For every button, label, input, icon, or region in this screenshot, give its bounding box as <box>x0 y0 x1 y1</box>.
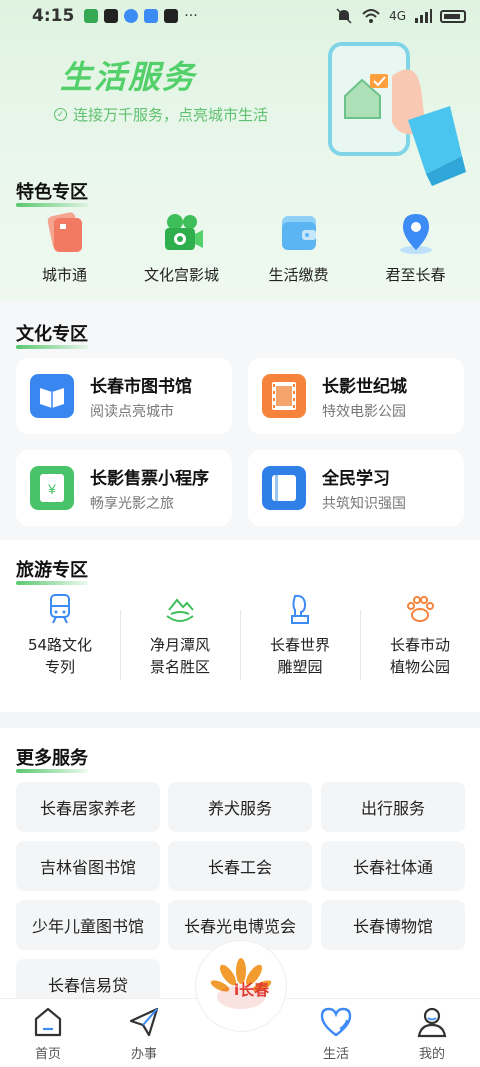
service-chip[interactable]: 长春居家养老 <box>16 782 160 832</box>
app-notification-icon <box>84 9 99 23</box>
service-chip[interactable]: 少年儿童图书馆 <box>16 900 160 950</box>
card-subtitle: 畅享光影之旅 <box>90 495 174 512</box>
tour-item-zoo[interactable]: 长春市动 植物公园 <box>360 592 480 680</box>
culture-section-title: 文化专区 <box>16 320 88 349</box>
service-chip[interactable]: 出行服务 <box>321 782 465 832</box>
card-icon <box>47 212 82 252</box>
wifi-icon <box>362 9 380 23</box>
feature-item-changchun[interactable]: 君至长春 <box>361 210 471 285</box>
home-icon <box>34 1007 62 1037</box>
feature-label: 君至长春 <box>385 266 446 284</box>
ticket-icon: ¥ <box>30 466 74 510</box>
feature-item-bill-pay[interactable]: 生活缴费 <box>244 210 354 285</box>
nav-label: 我的 <box>418 1047 445 1062</box>
notebook-icon <box>262 466 306 510</box>
culture-card-library[interactable]: 长春市图书馆阅读点亮城市 <box>16 358 232 434</box>
service-chip[interactable]: 养犬服务 <box>168 782 312 832</box>
hero-title: 生活服务 <box>60 58 197 96</box>
user-icon <box>417 1007 447 1038</box>
nav-item-profile[interactable]: 我的 <box>402 1005 462 1062</box>
signal-icon <box>415 9 432 23</box>
battery-icon <box>440 9 466 23</box>
location-pin-icon <box>399 214 432 254</box>
card-title: 长影售票小程序 <box>90 468 209 489</box>
tour-label: 净月潭风 景名胜区 <box>149 636 210 676</box>
landscape-icon <box>166 598 194 622</box>
film-icon <box>262 374 306 418</box>
hero-subtitle-text: 连接万千服务，点亮城市生活 <box>73 106 269 124</box>
paper-plane-icon <box>129 1007 159 1037</box>
more-services-title: 更多服务 <box>16 744 88 773</box>
nav-item-services[interactable]: 办事 <box>114 1005 174 1062</box>
feature-label: 生活缴费 <box>268 266 329 284</box>
wallet-icon <box>281 216 316 250</box>
mute-bell-icon <box>336 8 352 24</box>
card-subtitle: 阅读点亮城市 <box>90 403 174 420</box>
heart-icon <box>320 1007 352 1037</box>
tour-item-sculpture-park[interactable]: 长春世界 雕塑园 <box>240 592 360 680</box>
paw-icon <box>407 596 434 622</box>
tour-item-tram[interactable]: 54路文化 专列 <box>0 592 120 678</box>
culture-card-film-city[interactable]: 长影世纪城特效电影公园 <box>248 358 464 434</box>
culture-card-learning[interactable]: 全民学习共筑知识强国 <box>248 450 464 526</box>
nav-item-home[interactable]: 首页 <box>18 1005 78 1062</box>
more-notifications-icon: ··· <box>184 8 198 24</box>
tour-item-jingyuetan[interactable]: 净月潭风 景名胜区 <box>120 592 240 680</box>
culture-section: 文化专区 长春市图书馆阅读点亮城市 长影世纪城特效电影公园 ¥ 长影售票小程序畅… <box>0 300 480 540</box>
check-circle-icon: ✓ <box>54 108 67 121</box>
book-icon <box>30 374 74 418</box>
card-title: 全民学习 <box>322 468 390 489</box>
status-indicators: 4G <box>335 8 466 24</box>
feature-item-cinema[interactable]: 文化宫影城 <box>127 210 237 285</box>
service-chip[interactable]: 吉林省图书馆 <box>16 841 160 891</box>
nav-label: 生活 <box>322 1047 349 1062</box>
status-bar: 4:15 ··· 4G <box>0 0 480 32</box>
app-notification-icon <box>124 9 139 23</box>
app-notification-icon <box>104 9 119 23</box>
status-time: 4:15 <box>32 6 75 26</box>
featured-row: 城市通 文化宫影城 生活缴费 君至长春 <box>0 210 480 285</box>
card-title: 长影世纪城 <box>322 376 407 397</box>
feature-label: 城市通 <box>41 266 87 284</box>
card-subtitle: 共筑知识强国 <box>322 495 406 512</box>
service-chip[interactable]: 长春工会 <box>168 841 312 891</box>
nav-label: 首页 <box>34 1047 61 1062</box>
tour-label: 长春世界 雕塑园 <box>269 636 330 676</box>
culture-card-ticket[interactable]: ¥ 长影售票小程序畅享光影之旅 <box>16 450 232 526</box>
tourism-section: 旅游专区 54路文化 专列 净月潭风 景名胜区 长春世界 雕塑园 长春市动 植物… <box>0 540 480 712</box>
tour-label: 长春市动 植物公园 <box>389 636 450 676</box>
camera-icon <box>164 214 203 250</box>
status-app-icons <box>84 9 179 23</box>
featured-section-title: 特色专区 <box>16 178 88 207</box>
center-logo-text: i长春 <box>234 981 270 999</box>
phone-hand-illustration <box>328 42 466 186</box>
tourism-row: 54路文化 专列 净月潭风 景名胜区 长春世界 雕塑园 长春市动 植物公园 <box>0 592 480 680</box>
app-notification-icon <box>164 9 179 23</box>
card-title: 长春市图书馆 <box>90 376 192 397</box>
sculpture-icon <box>291 594 309 624</box>
tram-icon <box>50 594 70 624</box>
app-notification-icon <box>144 9 159 23</box>
feature-item-city-pass[interactable]: 城市通 <box>10 210 120 285</box>
center-logo-button[interactable]: i长春 <box>195 940 287 1032</box>
feature-label: 文化宫影城 <box>143 266 219 284</box>
tourism-section-title: 旅游专区 <box>16 556 88 585</box>
svg-text:¥: ¥ <box>47 481 56 497</box>
nav-item-life[interactable]: 生活 <box>306 1005 366 1062</box>
card-subtitle: 特效电影公园 <box>322 403 406 420</box>
network-type: 4G <box>389 9 406 23</box>
tour-label: 54路文化 专列 <box>27 636 93 676</box>
hero-subtitle: ✓ 连接万千服务，点亮城市生活 <box>54 104 268 125</box>
service-chip[interactable]: 长春博物馆 <box>321 900 465 950</box>
nav-label: 办事 <box>130 1047 157 1062</box>
service-chip[interactable]: 长春社体通 <box>321 841 465 891</box>
